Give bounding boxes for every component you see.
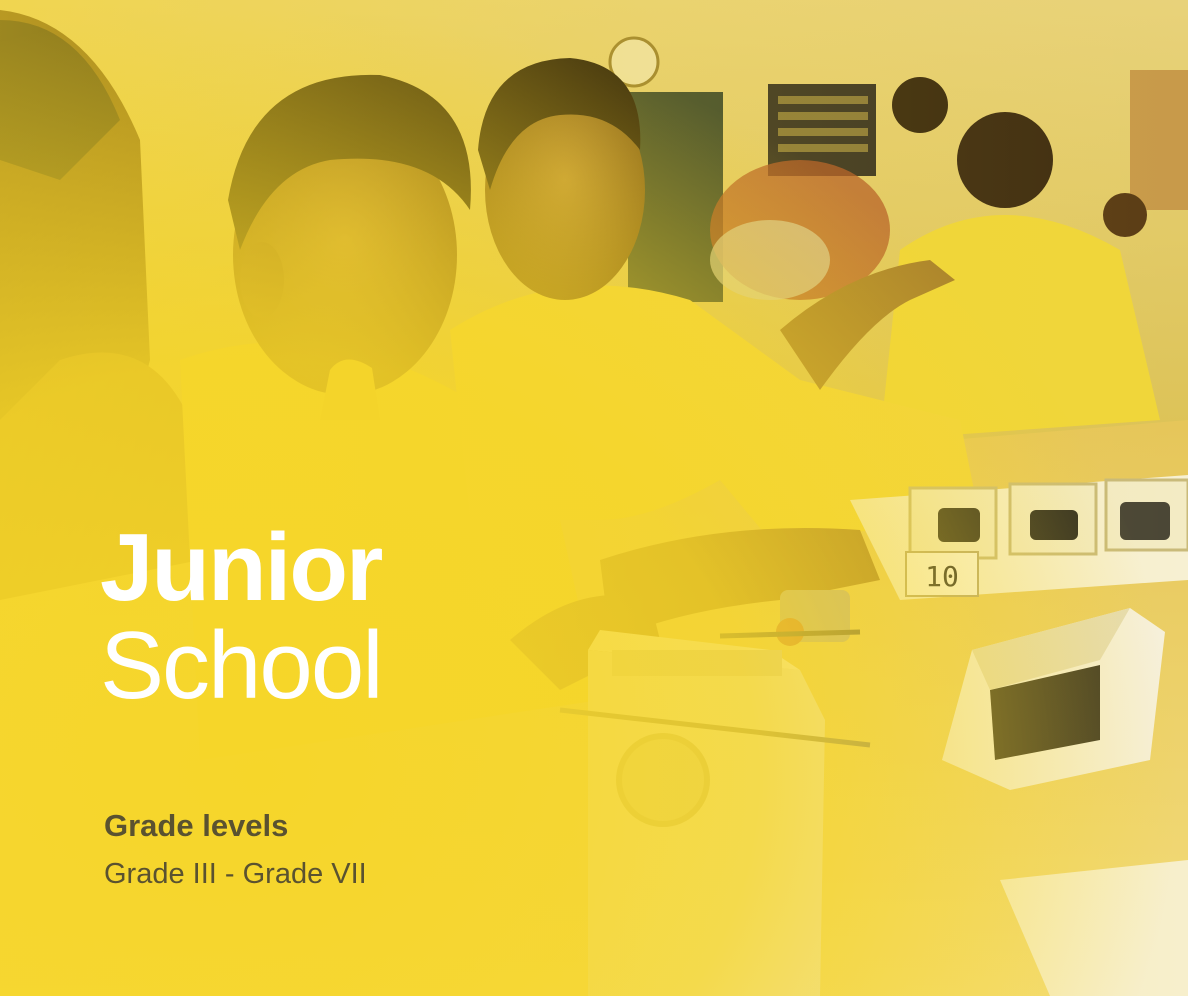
title-junior: Junior xyxy=(100,514,383,621)
title-school: School xyxy=(100,612,384,719)
grade-range: Grade III - Grade VII xyxy=(104,858,367,890)
classroom-photo: 10 xyxy=(0,0,1188,996)
hero-banner: 10 Junior School Grade levels Grade III … xyxy=(0,0,1188,996)
grade-levels-heading: Grade levels xyxy=(104,808,289,843)
page-title: Junior School xyxy=(100,514,384,719)
tray-number-label: 10 xyxy=(925,560,959,593)
